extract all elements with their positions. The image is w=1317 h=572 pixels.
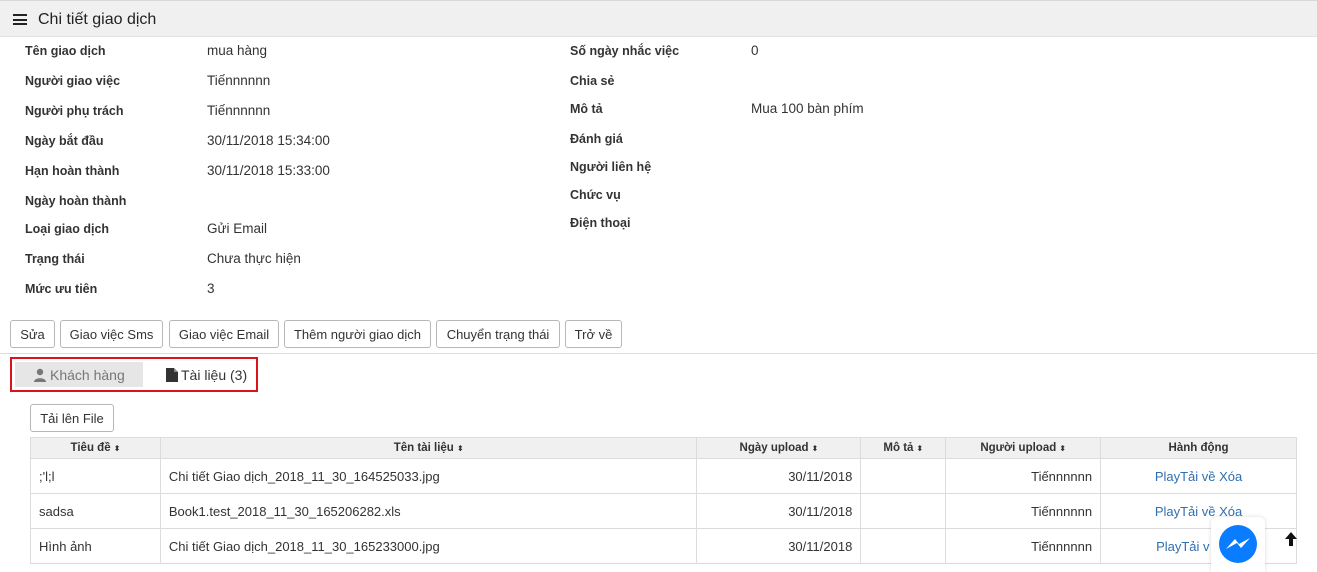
label-description: Mô tả	[570, 102, 603, 116]
arrow-up-icon	[1285, 532, 1297, 546]
col-uploader-header[interactable]: Người upload ⬍	[945, 437, 1102, 459]
label-person-in-charge: Người phụ trách	[25, 104, 124, 118]
table-row: sadsa Book1.test_2018_11_30_165206282.xl…	[30, 493, 1297, 529]
cell-desc	[860, 458, 947, 494]
label-status: Trạng thái	[25, 252, 85, 266]
change-status-button[interactable]: Chuyển trạng thái	[436, 320, 560, 348]
value-reminder-days: 0	[751, 43, 759, 58]
label-transaction-type: Loại giao dịch	[25, 222, 110, 236]
col-title-header[interactable]: Tiêu đề ⬍	[30, 437, 161, 459]
edit-button[interactable]: Sửa	[10, 320, 55, 348]
label-rating: Đánh giá	[570, 132, 623, 146]
cell-date: 30/11/2018	[696, 493, 862, 529]
value-priority: 3	[207, 281, 215, 296]
label-completion-date: Ngày hoàn thành	[25, 194, 127, 208]
upload-file-button[interactable]: Tải lên File	[30, 404, 114, 432]
table-header-row: Tiêu đề ⬍ Tên tài liệu ⬍ Ngày upload ⬍ Mô t…	[30, 437, 1297, 459]
label-reminder-days: Số ngày nhắc việc	[570, 44, 680, 58]
label-phone: Điện thoại	[570, 216, 631, 230]
cell-filename: Chi tiết Giao dịch_2018_11_30_164525033.…	[159, 458, 698, 494]
label-contact-person: Người liên hệ	[570, 160, 652, 174]
cell-uploader: Tiếnnnnnn	[945, 493, 1102, 529]
value-transaction-name: mua hàng	[207, 43, 268, 58]
label-assigner: Người giao việc	[25, 74, 121, 88]
row-actions-link[interactable]: PlayTải v	[1156, 539, 1209, 554]
value-person-in-charge: Tiếnnnnnn	[207, 103, 271, 118]
cell-uploader: Tiếnnnnnn	[945, 458, 1102, 494]
value-description: Mua 100 bàn phím	[751, 101, 864, 116]
tab-documents[interactable]: Tài liệu (3)	[162, 362, 256, 387]
label-transaction-name: Tên giao dịch	[25, 44, 106, 58]
page-title: Chi tiết giao dịch	[38, 11, 157, 28]
cell-title: sadsa	[30, 493, 161, 529]
cell-title: Hình ảnh	[30, 528, 161, 564]
back-button[interactable]: Trở về	[565, 320, 622, 348]
col-action-header: Hành động	[1100, 437, 1297, 459]
sort-icon: ⬍	[456, 444, 464, 453]
sort-icon: ⬍	[113, 444, 121, 453]
sort-icon: ⬍	[1059, 444, 1066, 453]
label-deadline: Hạn hoàn thành	[25, 164, 120, 178]
label-position: Chức vụ	[570, 188, 621, 202]
label-start-date: Ngày bắt đầu	[25, 134, 104, 148]
col-filename-header[interactable]: Tên tài liệu ⬍	[159, 437, 698, 459]
assign-sms-button[interactable]: Giao việc Sms	[60, 320, 163, 348]
label-priority: Mức ưu tiên	[25, 282, 98, 296]
col-date-header[interactable]: Ngày upload ⬍	[696, 437, 862, 459]
cell-filename: Book1.test_2018_11_30_165206282.xls	[159, 493, 698, 529]
tabs-highlight: Khách hàng Tài liệu (3)	[10, 357, 258, 392]
table-row: ;'l;l Chi tiết Giao dịch_2018_11_30_1645…	[30, 458, 1297, 494]
value-assigner: Tiếnnnnnn	[207, 73, 271, 88]
messenger-icon	[1219, 524, 1257, 563]
tab-documents-label: Tài liệu (3)	[181, 366, 248, 383]
cell-desc	[860, 528, 947, 564]
cell-title: ;'l;l	[30, 458, 161, 494]
cell-date: 30/11/2018	[696, 528, 862, 564]
row-actions-link[interactable]: PlayTải về Xóa	[1155, 469, 1242, 484]
value-start-date: 30/11/2018 15:34:00	[207, 133, 330, 148]
cell-date: 30/11/2018	[696, 458, 862, 494]
tab-customer-label: Khách hàng	[50, 366, 125, 383]
scroll-to-top-button[interactable]	[1280, 528, 1302, 550]
table-row: Hình ảnh Chi tiết Giao dịch_2018_11_30_1…	[30, 528, 1297, 564]
cell-filename: Chi tiết Giao dịch_2018_11_30_165233000.…	[159, 528, 698, 564]
add-person-button[interactable]: Thêm người giao dịch	[284, 320, 431, 348]
page-header: Chi tiết giao dịch	[0, 0, 1317, 37]
cell-desc	[860, 493, 947, 529]
messenger-chat-button[interactable]	[1211, 517, 1265, 572]
label-share: Chia sẻ	[570, 74, 615, 88]
cell-uploader: Tiếnnnnnn	[945, 528, 1102, 564]
sort-icon: ⬍	[811, 444, 819, 453]
sort-icon: ⬍	[916, 444, 924, 453]
col-desc-header[interactable]: Mô tả ⬍	[860, 437, 947, 459]
value-deadline: 30/11/2018 15:33:00	[207, 163, 330, 178]
value-status: Chưa thực hiện	[207, 251, 301, 266]
tab-customer[interactable]: Khách hàng	[15, 362, 143, 387]
documents-table: Tiêu đề ⬍ Tên tài liệu ⬍ Ngày upload ⬍ Mô t…	[30, 437, 1297, 564]
section-divider	[0, 353, 1317, 354]
value-transaction-type: Gửi Email	[207, 221, 268, 236]
assign-email-button[interactable]: Giao việc Email	[169, 320, 279, 348]
file-icon	[166, 367, 178, 382]
hamburger-menu-icon[interactable]	[13, 14, 27, 25]
user-icon	[34, 368, 46, 382]
